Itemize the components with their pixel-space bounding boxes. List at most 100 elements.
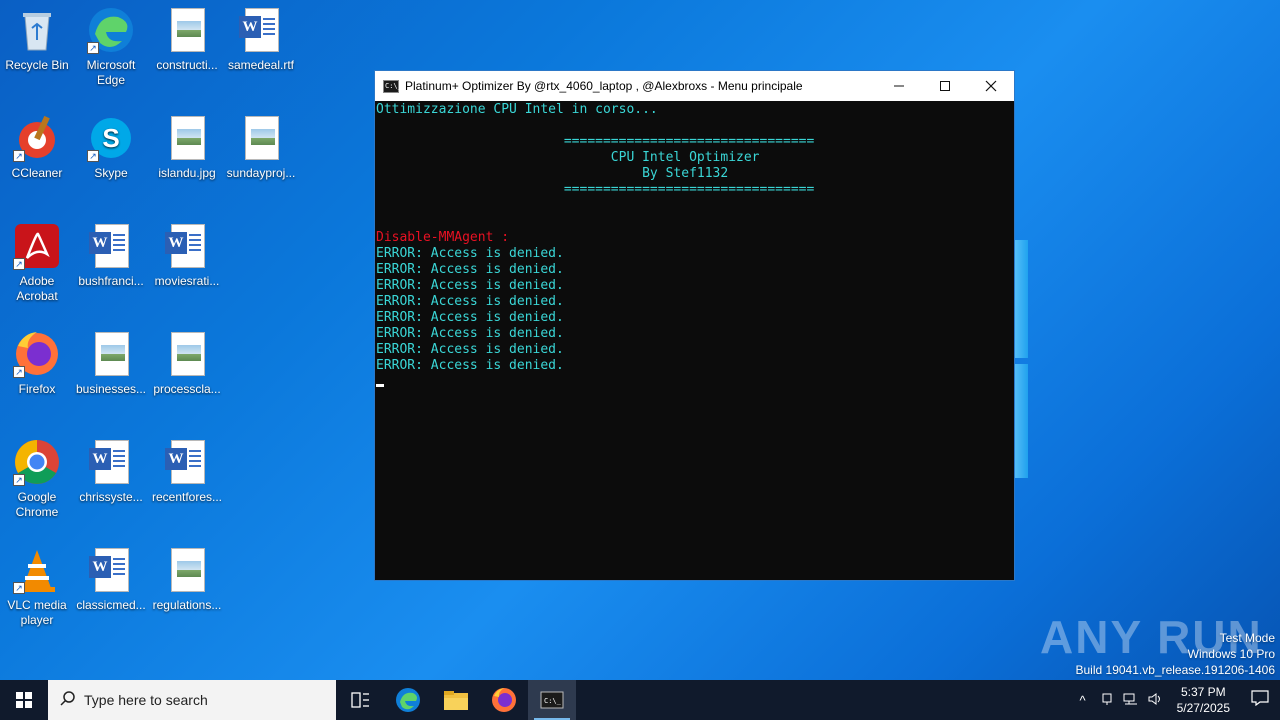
console-line: ================================ bbox=[376, 182, 815, 197]
desktop-icon-label: Google Chrome bbox=[15, 490, 59, 519]
image-file-icon bbox=[163, 330, 211, 378]
image-file-icon bbox=[163, 546, 211, 594]
console-title: Platinum+ Optimizer By @rtx_4060_laptop … bbox=[405, 79, 803, 93]
test-mode-text: Test Mode bbox=[1219, 631, 1275, 645]
firefox-icon bbox=[492, 688, 516, 712]
desktop-icon[interactable]: Wchrissyste... bbox=[74, 438, 148, 505]
taskbar-firefox[interactable] bbox=[480, 680, 528, 720]
edge-icon: ↗ bbox=[87, 6, 135, 54]
desktop-icon[interactable]: sundayproj... bbox=[224, 114, 298, 181]
close-icon bbox=[985, 80, 997, 92]
desktop-icon[interactable]: Wmoviesrati... bbox=[150, 222, 224, 289]
start-button[interactable] bbox=[0, 680, 48, 720]
taskbar-file-explorer[interactable] bbox=[432, 680, 480, 720]
word-doc-icon: W bbox=[163, 222, 211, 270]
console-window[interactable]: C:\_ Platinum+ Optimizer By @rtx_4060_la… bbox=[374, 70, 1015, 581]
minimize-icon bbox=[894, 85, 904, 87]
svg-text:S: S bbox=[102, 123, 119, 153]
word-doc-icon: W bbox=[87, 438, 135, 486]
desktop-icon-label: Microsoft Edge bbox=[86, 58, 136, 87]
desktop-icon[interactable]: S ↗ Skype bbox=[74, 114, 148, 181]
svg-text:C:\_: C:\_ bbox=[544, 697, 562, 705]
search-placeholder: Type here to search bbox=[84, 692, 208, 708]
console-line: ERROR: Access is denied. bbox=[376, 262, 564, 277]
console-line: ERROR: Access is denied. bbox=[376, 278, 564, 293]
ccleaner-icon: ↗ bbox=[13, 114, 61, 162]
task-view-button[interactable] bbox=[336, 680, 384, 720]
clock[interactable]: 5:37 PM 5/27/2025 bbox=[1167, 684, 1240, 716]
chrome-icon: ↗ bbox=[13, 438, 61, 486]
console-line: ERROR: Access is denied. bbox=[376, 342, 564, 357]
desktop-icon[interactable]: ↗ Microsoft Edge bbox=[74, 6, 148, 88]
image-file-icon bbox=[163, 6, 211, 54]
clock-time: 5:37 PM bbox=[1180, 685, 1226, 699]
file-explorer-icon bbox=[444, 691, 468, 710]
desktop-icon-label: samedeal.rtf bbox=[227, 58, 295, 72]
console-line: ERROR: Access is denied. bbox=[376, 326, 564, 341]
notification-button[interactable] bbox=[1240, 689, 1280, 711]
maximize-icon bbox=[940, 81, 950, 91]
desktop-icon-label: classicmed... bbox=[76, 598, 146, 612]
windows-icon bbox=[16, 692, 32, 708]
usb-device-icon[interactable] bbox=[1095, 692, 1119, 709]
minimize-button[interactable] bbox=[876, 71, 922, 101]
close-button[interactable] bbox=[968, 71, 1014, 101]
desktop-icon[interactable]: ↗ Firefox bbox=[0, 330, 74, 397]
desktop-icon-label: bushfranci... bbox=[78, 274, 144, 288]
console-output[interactable]: Ottimizzazione CPU Intel in corso... ===… bbox=[375, 101, 1014, 390]
cmd-icon: C:\_ bbox=[383, 79, 402, 93]
desktop-icon[interactable]: ↗ Google Chrome bbox=[0, 438, 74, 520]
clock-date: 5/27/2025 bbox=[1176, 701, 1230, 715]
desktop-icon[interactable]: regulations... bbox=[150, 546, 224, 613]
taskbar-cmd[interactable]: C:\_ bbox=[528, 680, 576, 720]
desktop-icon-label: VLC media player bbox=[7, 598, 67, 627]
word-doc-icon: W bbox=[163, 438, 211, 486]
desktop-icon[interactable]: businesses... bbox=[74, 330, 148, 397]
vlc-icon: ↗ bbox=[13, 546, 61, 594]
word-doc-icon: W bbox=[87, 546, 135, 594]
desktop-icon-label: Adobe Acrobat bbox=[16, 274, 58, 303]
desktop-icon[interactable]: Wrecentfores... bbox=[150, 438, 224, 505]
desktop-icon-label: businesses... bbox=[75, 382, 147, 396]
desktop-icon-label: CCleaner bbox=[11, 166, 63, 180]
desktop-icon[interactable]: ↗ Adobe Acrobat bbox=[0, 222, 74, 304]
text-cursor bbox=[376, 384, 384, 387]
volume-icon[interactable] bbox=[1143, 692, 1167, 709]
system-tray: ^ 5:37 PM 5/27/2025 bbox=[1071, 680, 1280, 720]
acrobat-icon: ↗ bbox=[13, 222, 61, 270]
console-line: ERROR: Access is denied. bbox=[376, 358, 564, 373]
skype-icon: S ↗ bbox=[87, 114, 135, 162]
chevron-up-icon[interactable]: ^ bbox=[1071, 693, 1095, 708]
desktop-icon-label: processcla... bbox=[153, 382, 221, 396]
console-line: ERROR: Access is denied. bbox=[376, 310, 564, 325]
word-doc-icon: W bbox=[87, 222, 135, 270]
desktop-icon[interactable]: constructi... bbox=[150, 6, 224, 73]
image-file-icon bbox=[237, 114, 285, 162]
console-line: ERROR: Access is denied. bbox=[376, 246, 564, 261]
desktop-icon[interactable]: Wbushfranci... bbox=[74, 222, 148, 289]
notification-icon bbox=[1251, 689, 1269, 706]
desktop-icon[interactable]: Wclassicmed... bbox=[74, 546, 148, 613]
network-icon[interactable] bbox=[1119, 692, 1143, 709]
console-titlebar[interactable]: C:\_ Platinum+ Optimizer By @rtx_4060_la… bbox=[375, 71, 1014, 101]
console-line: Disable-MMAgent : bbox=[376, 230, 510, 245]
cmd-icon: C:\_ bbox=[540, 691, 564, 709]
console-line: Ottimizzazione CPU Intel in corso... bbox=[376, 102, 658, 117]
taskbar-search-box[interactable]: Type here to search bbox=[48, 680, 336, 720]
desktop-icon[interactable]: islandu.jpg bbox=[150, 114, 224, 181]
desktop-icon[interactable]: ↗ CCleaner bbox=[0, 114, 74, 181]
desktop-icon-label: moviesrati... bbox=[154, 274, 220, 288]
console-line: By Stef1132 bbox=[376, 166, 729, 181]
desktop-icon[interactable]: ↗ VLC media player bbox=[0, 546, 74, 628]
desktop-icon[interactable]: Recycle Bin bbox=[0, 6, 74, 73]
maximize-button[interactable] bbox=[922, 71, 968, 101]
build-text: Build 19041.vb_release.191206-1406 bbox=[1075, 663, 1276, 677]
image-file-icon bbox=[163, 114, 211, 162]
desktop-icon[interactable]: Wsamedeal.rtf bbox=[224, 6, 298, 73]
taskbar-edge[interactable] bbox=[384, 680, 432, 720]
word-doc-icon: W bbox=[237, 6, 285, 54]
desktop-icon[interactable]: processcla... bbox=[150, 330, 224, 397]
image-file-icon bbox=[87, 330, 135, 378]
